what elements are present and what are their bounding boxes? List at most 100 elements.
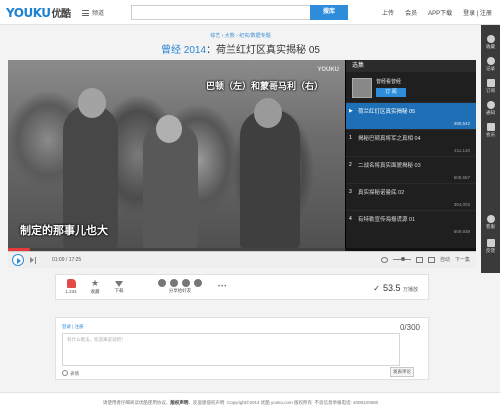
episode-title: 荷兰红灯区真实揭秘 05 (358, 109, 416, 115)
sidebar-item-notifications[interactable]: 通知 (481, 101, 500, 116)
player-controls: 01:09 / 17:25 自动 下一集 (8, 251, 476, 268)
sidebar-item-subscribe[interactable]: 订阅 (481, 79, 500, 94)
sidebar-item-label: 收藏 (486, 44, 495, 49)
wechat-icon[interactable] (194, 279, 202, 287)
favorite-label: 收藏 (90, 289, 100, 294)
bell-icon (486, 101, 495, 109)
episode-title: 二战名将真实面貌揭秘 03 (358, 163, 421, 169)
logo-text-cn: 优酷 (51, 9, 72, 20)
next-episode-button[interactable]: 下一集 (455, 256, 470, 263)
breadcrumb[interactable]: 综艺 › 大熊 › 纪实/数据专题 (0, 32, 481, 39)
emoji-button[interactable]: 表情 (62, 370, 79, 377)
footer: 请使用者仔细阅读优酷使用协议、版权声明、反盗版侵权声明 Copyright©20… (0, 392, 500, 415)
comment-input[interactable]: 有什么看法，欢迎来说说吧！ (62, 333, 400, 366)
favorite-button[interactable]: ★ 收藏 (84, 279, 106, 295)
menu-icon (82, 10, 89, 16)
play-count: ✓ 53.5 万播放 (373, 283, 418, 293)
time-display: 01:09 / 17:25 (52, 257, 81, 263)
channel-menu[interactable]: 频道 (82, 8, 104, 17)
right-sidebar: 收藏 记录 订阅 通知 会员 客服 反馈 (481, 25, 500, 273)
episode-number: 3 (349, 189, 352, 195)
smiley-icon (62, 370, 68, 376)
episode-item[interactable]: 3 真实探秘诺曼底 02 354,003 (346, 183, 476, 210)
comment-box: 登录 | 注册 0/300 有什么看法，欢迎来说说吧！ 表情 发表评论 (55, 317, 429, 380)
sidebar-item-favorites[interactable]: 收藏 (481, 35, 500, 50)
like-count: 1,234 (65, 289, 77, 294)
series-name[interactable]: 曾经 2014 (161, 45, 206, 56)
figure-right (240, 110, 300, 248)
play-count-unit: 万播放 (402, 287, 418, 293)
share-group[interactable]: 分享给好友 (152, 279, 208, 294)
quality-selector[interactable]: 自动 (440, 256, 450, 263)
fullscreen-icon[interactable] (427, 256, 435, 263)
star-share-icon[interactable] (158, 279, 166, 287)
episode-item[interactable]: 4 有特勒宣传海报谎源 01 659,938 (346, 210, 476, 237)
settings-icon[interactable] (415, 256, 423, 263)
top-bar: YOUKU优酷 频道 搜库 上传 会员 APP下载 登录 | 注册 (0, 0, 500, 25)
sidebar-item-label: 会员 (486, 132, 495, 137)
video-watermark: YOUKU (317, 67, 339, 73)
sidebar-item-label: 记录 (486, 66, 495, 71)
logo-text-en: YOUKU (6, 6, 51, 20)
episode-number: 2 (349, 162, 352, 168)
total-time: 17:25 (68, 257, 82, 263)
next-icon[interactable] (30, 257, 37, 264)
footer-prefix[interactable]: 请使用者仔细阅读优酷使用协议、 (103, 400, 171, 405)
share-icons (152, 279, 208, 287)
copyright-statement-link[interactable]: 版权声明 (170, 400, 188, 405)
episode-item[interactable]: 1 揭秘巴顿真将军之真相 04 411,140 (346, 129, 476, 156)
anti-piracy-link[interactable]: 、反盗版侵权声明 (188, 400, 224, 405)
feedback-icon (486, 239, 495, 247)
play-button[interactable] (12, 254, 24, 266)
emoji-label: 表情 (70, 371, 79, 376)
heart-icon (486, 35, 495, 43)
upload-link[interactable]: 上传 (382, 8, 394, 17)
youku-logo[interactable]: YOUKU优酷 (6, 5, 71, 20)
weibo-icon[interactable] (182, 279, 190, 287)
episode-number: 4 (349, 216, 352, 222)
top-links: 上传 会员 APP下载 登录 | 注册 (382, 8, 492, 17)
episode-views: 659,938 (453, 229, 470, 234)
search-button[interactable]: 搜库 (310, 5, 348, 20)
sidebar-item-feedback[interactable]: 反馈 (481, 239, 500, 254)
episode-title: 有特勒宣传海报谎源 01 (358, 217, 416, 223)
search-input[interactable] (131, 5, 311, 20)
like-button[interactable]: 1,234 (60, 279, 82, 294)
current-time: 01:09 (52, 257, 65, 263)
action-bar: 1,234 ★ 收藏 下载 分享给好友 ••• ✓ 53.5 万播放 (55, 274, 429, 300)
qq-icon[interactable] (170, 279, 178, 287)
episode-views: 411,140 (454, 148, 470, 153)
comment-login-link[interactable]: 登录 | 注册 (62, 324, 84, 330)
share-label: 分享给好友 (168, 288, 192, 293)
sidebar-item-history[interactable]: 记录 (481, 57, 500, 72)
more-icon[interactable]: ••• (218, 284, 227, 290)
uploader-avatar[interactable] (352, 78, 372, 98)
report-hotline: 不良信息举报电话: 4008100580 (314, 400, 379, 405)
download-icon (115, 281, 123, 287)
play-icon: ▶ (349, 108, 353, 114)
copyright-text: Copyright©2014 优酷 youku.com 版权所有 (226, 400, 313, 405)
video-title: 曾经 2014：荷兰红灯区真实揭秘 05 (0, 41, 481, 56)
headset-icon (486, 215, 495, 223)
vip-link[interactable]: 会员 (405, 8, 417, 17)
star-icon: ★ (90, 278, 100, 288)
tab-episodes[interactable]: 选集 (346, 60, 476, 72)
sidebar-item-service[interactable]: 客服 (481, 215, 500, 230)
app-download-link[interactable]: APP下载 (428, 8, 452, 17)
char-count: 0/300 (399, 323, 420, 332)
episode-item-active[interactable]: ▶ 荷兰红灯区真实揭秘 05 490,542 (346, 102, 476, 129)
subscribe-button[interactable]: 订 阅 (376, 88, 406, 97)
episode-item[interactable]: 2 二战名将真实面貌揭秘 03 608,657 (346, 156, 476, 183)
volume-icon[interactable] (380, 256, 388, 263)
login-register-link[interactable]: 登录 | 注册 (463, 8, 492, 17)
post-comment-button[interactable]: 发表评论 (390, 367, 414, 377)
video-frame[interactable]: YOUKU 巴顿（左）和蒙哥马利（右） 制定的那事儿也大 (8, 60, 345, 248)
rss-icon (486, 79, 495, 87)
uploader-card: 曾经看曾经 订 阅 (346, 72, 476, 102)
sidebar-item-label: 订阅 (486, 88, 495, 93)
episode-title: 真实探秘诺曼底 02 (358, 190, 405, 196)
sidebar-item-vip[interactable]: 会员 (481, 123, 500, 138)
download-button[interactable]: 下载 (108, 279, 130, 294)
volume-slider[interactable] (392, 257, 411, 261)
uploader-name[interactable]: 曾经看曾经 (376, 78, 401, 85)
